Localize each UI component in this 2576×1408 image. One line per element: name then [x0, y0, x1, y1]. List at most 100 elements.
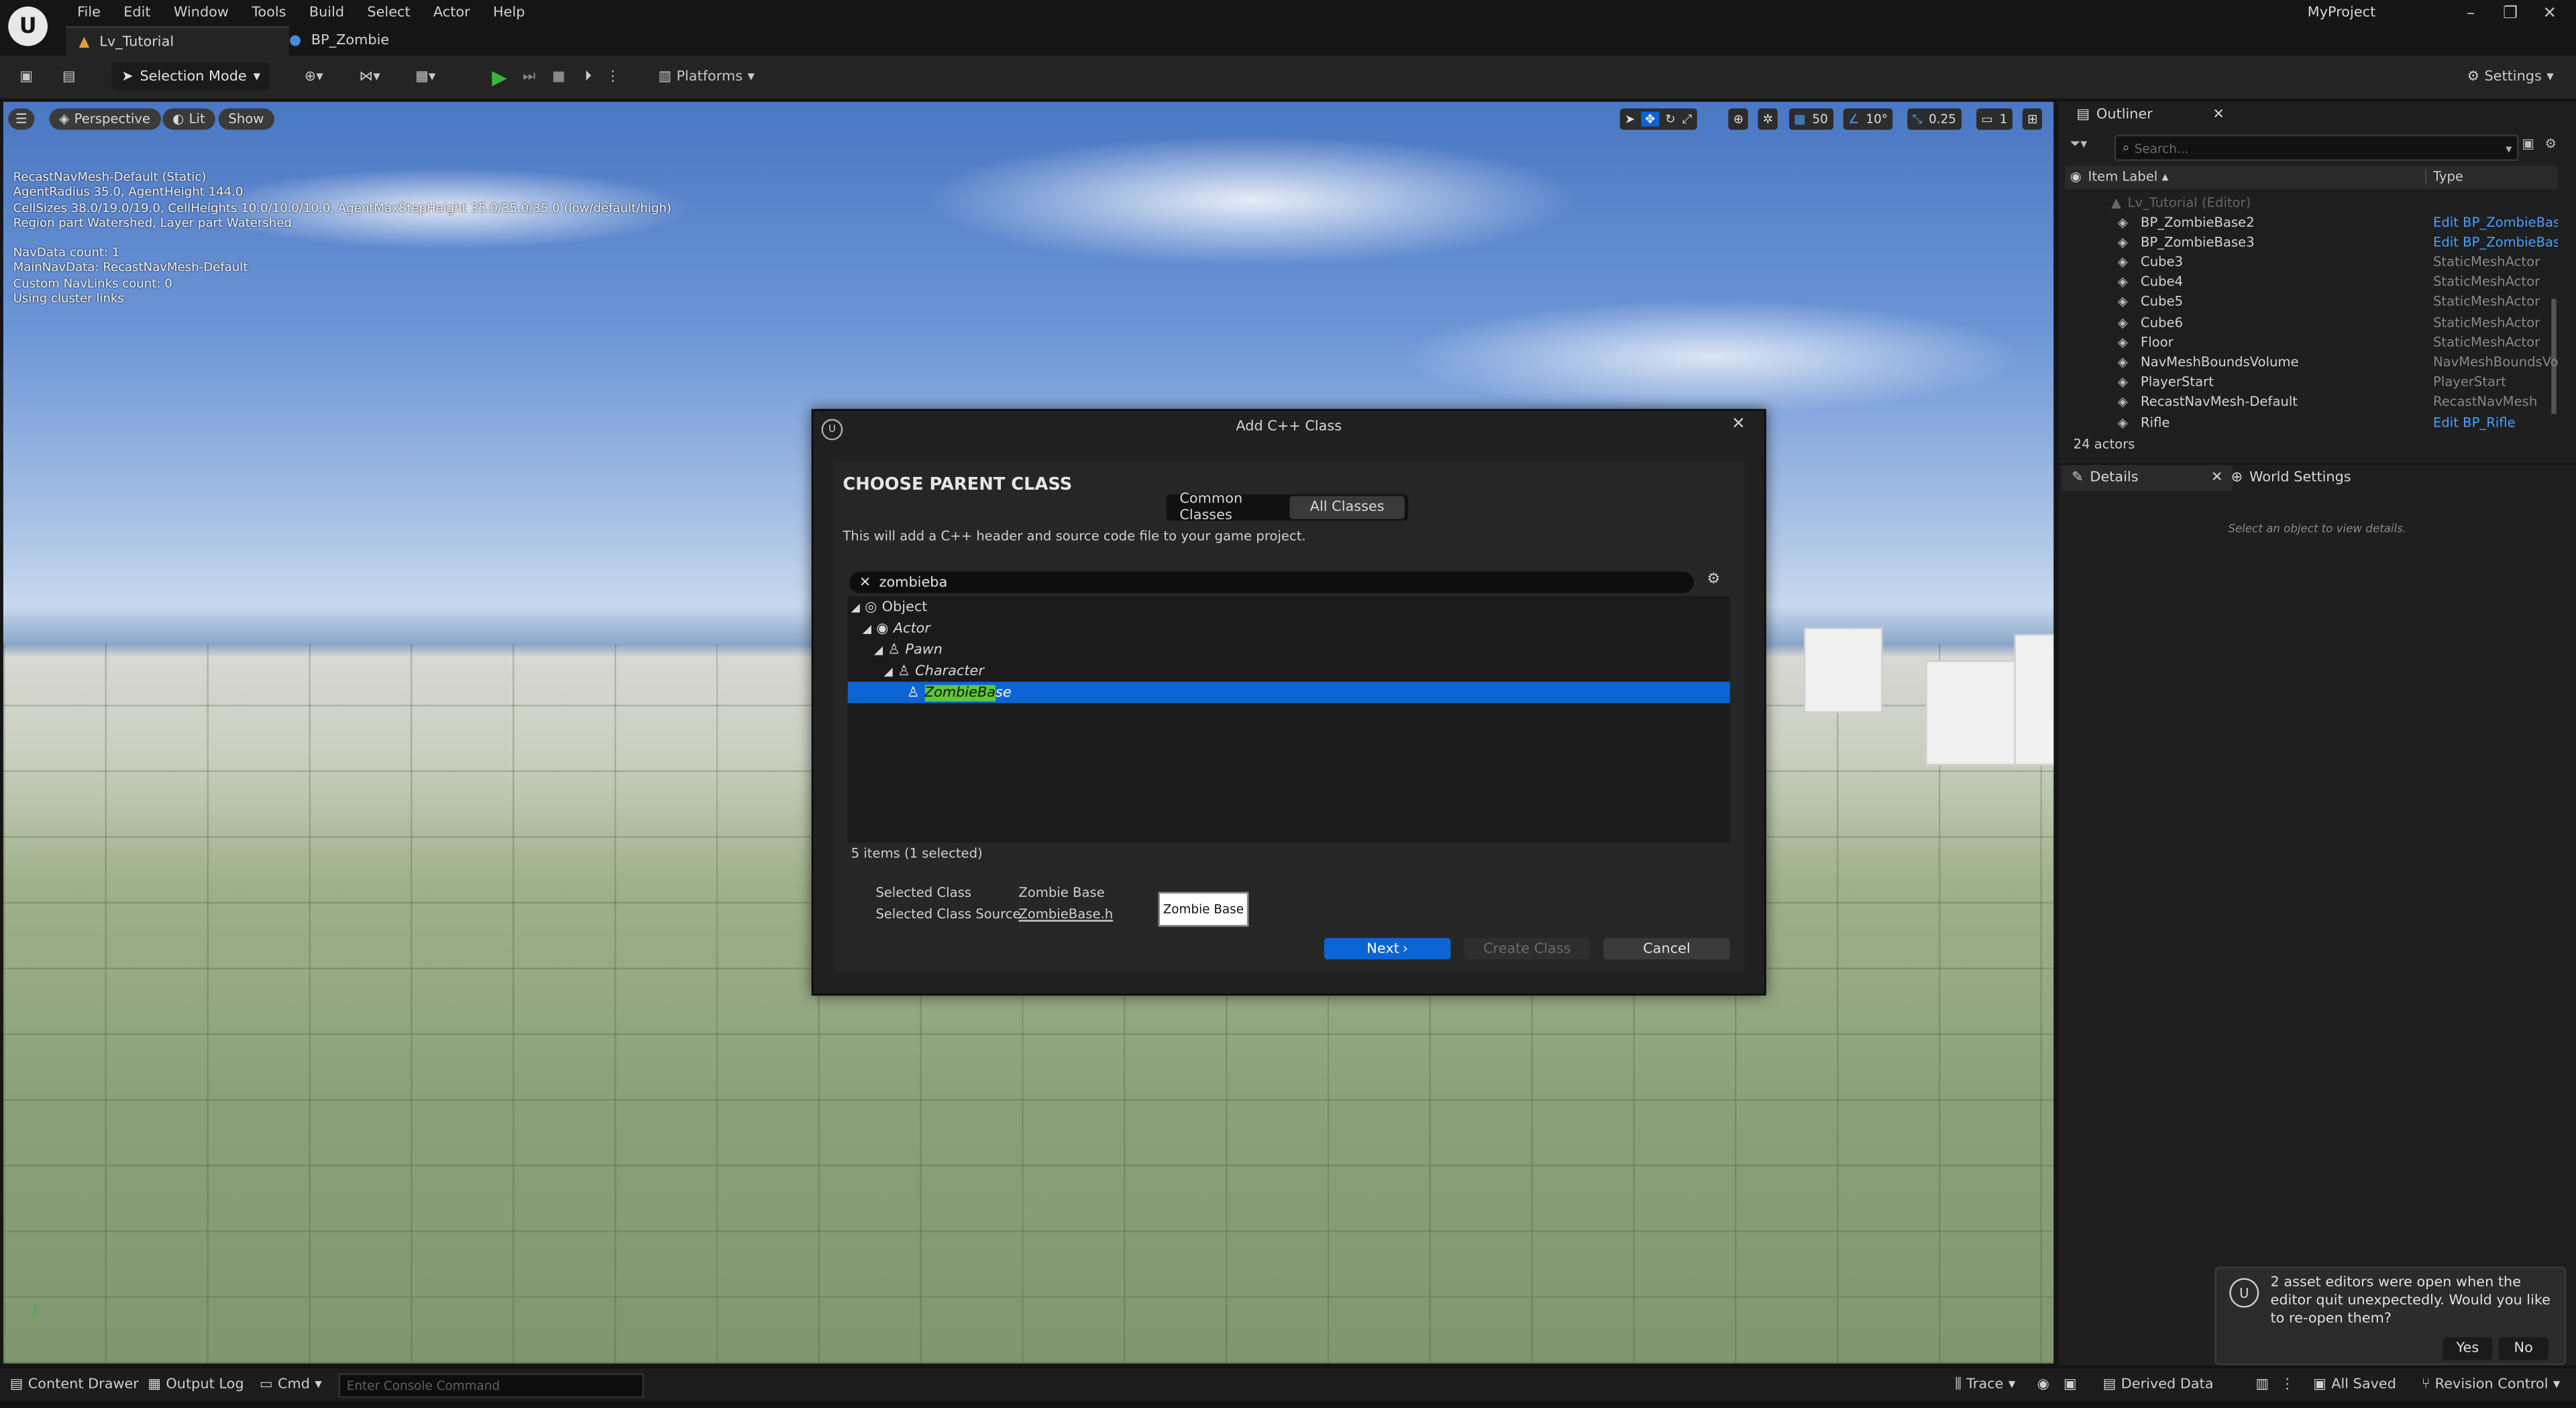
menu-edit[interactable]: Edit — [112, 4, 162, 20]
gear-icon[interactable]: ⚙ — [1707, 572, 1721, 588]
tab-all-classes[interactable]: All Classes — [1289, 496, 1405, 519]
play-icon[interactable]: ▶ — [486, 62, 513, 92]
outliner-row[interactable]: ◈ Cube6 StaticMeshActor — [2065, 312, 2558, 331]
platforms-dropdown[interactable]: ▥ Platforms ▾ — [654, 62, 759, 92]
outliner-row[interactable]: ◈ Cube5 StaticMeshActor — [2065, 292, 2558, 311]
tab-lv-tutorial[interactable]: ▲ Lv_Tutorial — [65, 26, 290, 58]
edit-blueprint-link[interactable]: Edit BP_ZombieBase — [2433, 234, 2558, 249]
console-input[interactable]: Enter Console Command — [338, 1373, 645, 1399]
derived-data-button[interactable]: ▤ Derived Data — [2103, 1373, 2214, 1396]
cinematics-icon[interactable]: ▦▾ — [404, 62, 447, 92]
selection-mode-dropdown[interactable]: ➤ Selection Mode ▾ — [111, 62, 270, 91]
yes-button[interactable]: Yes — [2443, 1337, 2493, 1360]
cube-mesh[interactable] — [2014, 634, 2054, 766]
outliner-row[interactable]: ◈ NavMeshBoundsVolume NavMeshBoundsVolu — [2065, 352, 2558, 372]
stop-icon[interactable]: ■ — [545, 62, 572, 92]
viewport-layout[interactable]: ⊞ — [2022, 108, 2043, 130]
launch-icon[interactable]: ⏵ — [575, 62, 601, 92]
menu-build[interactable]: Build — [298, 4, 356, 20]
settings-dropdown[interactable]: ⚙ Settings ▾ — [2461, 62, 2560, 92]
tab-common-classes[interactable]: Common Classes — [1170, 491, 1305, 524]
menu-window[interactable]: Window — [162, 4, 240, 20]
visibility-icon[interactable]: ◉ — [2070, 169, 2082, 184]
column-type[interactable]: Type — [2424, 169, 2463, 184]
scale-tool-icon[interactable]: ⤢ — [1682, 111, 1693, 127]
revision-control-dropdown[interactable]: ⑂ Revision Control ▾ — [2422, 1373, 2561, 1396]
menu-select[interactable]: Select — [356, 4, 422, 20]
no-button[interactable]: No — [2498, 1337, 2548, 1360]
class-search-input[interactable]: ✕ zombieba — [849, 572, 1694, 594]
clear-search-icon[interactable]: ✕ — [859, 574, 871, 590]
maximize-icon[interactable]: ❐ — [2491, 0, 2530, 26]
next-button[interactable]: Next › — [1324, 938, 1451, 960]
outliner-tab[interactable]: ▤ Outliner ✕ — [2067, 102, 2235, 128]
tree-node-object[interactable]: ◢ ◎ Object — [851, 596, 928, 618]
cmd-dropdown[interactable]: ▭ Cmd ▾ — [260, 1373, 322, 1396]
close-icon[interactable]: ✕ — [1731, 416, 1746, 434]
close-icon[interactable]: ✕ — [2212, 107, 2224, 123]
record-icon[interactable]: ◉ — [2037, 1373, 2049, 1396]
selected-source-link[interactable]: ZombieBase.h — [1018, 907, 1113, 922]
play-options-icon[interactable]: ⋮ — [604, 62, 621, 92]
grid-snap[interactable]: ▦ 50 — [1788, 108, 1833, 130]
details-tab[interactable]: ✎ Details ✕ — [2061, 465, 2233, 492]
filter-icon[interactable]: ⏷▾ — [2070, 136, 2088, 152]
blueprint-menu-icon[interactable]: ⋈▾ — [348, 62, 391, 92]
menu-actor[interactable]: Actor — [422, 4, 482, 20]
outliner-row[interactable]: ◈ RecastNavMesh-Default RecastNavMesh — [2065, 392, 2558, 412]
menu-help[interactable]: Help — [482, 4, 537, 20]
tree-node-zombiebase[interactable]: ♙ ZombieBase — [907, 682, 1012, 703]
trace-dropdown[interactable]: ⫼ Trace ▾ — [1955, 1373, 2015, 1396]
close-window-icon[interactable]: ✕ — [2530, 0, 2569, 26]
tree-node-character[interactable]: ◢ ♙ Character — [884, 660, 984, 682]
edit-blueprint-link[interactable]: Edit BP_ZombieBase — [2433, 215, 2558, 229]
all-saved-button[interactable]: ▣ All Saved — [2313, 1373, 2396, 1396]
tree-node-pawn[interactable]: ◢ ♙ Pawn — [874, 639, 943, 661]
scale-snap[interactable]: ⤡ 0.25 — [1907, 108, 1962, 130]
tab-bp-zombie[interactable]: ● BP_Zombie — [276, 26, 450, 56]
minimize-icon[interactable]: – — [2451, 0, 2491, 26]
select-tool-icon[interactable]: ➤ — [1625, 112, 1635, 127]
content-browser-icon[interactable]: ▤ — [56, 62, 82, 92]
add-actor-icon[interactable]: ⊕▾ — [292, 62, 335, 92]
create-class-button[interactable]: Create Class — [1464, 938, 1591, 960]
outliner-row[interactable]: ◈ PlayerStart PlayerStart — [2065, 372, 2558, 392]
perspective-button[interactable]: ◈ Perspective — [49, 108, 160, 130]
cancel-button[interactable]: Cancel — [1603, 938, 1730, 960]
save-icon[interactable]: ▣ — [13, 62, 40, 92]
outliner-row[interactable]: ◈ Floor StaticMeshActor — [2065, 332, 2558, 351]
outliner-row[interactable]: ◈ Cube3 StaticMeshActor — [2065, 252, 2558, 272]
show-button[interactable]: Show — [218, 108, 274, 130]
add-folder-icon[interactable]: ▣ — [2522, 136, 2534, 151]
viewport-menu-icon[interactable]: ☰ — [8, 108, 35, 130]
cube-mesh[interactable] — [1925, 660, 2018, 766]
menu-tools[interactable]: Tools — [240, 4, 298, 20]
output-log-button[interactable]: ▦ Output Log — [148, 1373, 244, 1396]
surface-snap[interactable]: ✲ — [1758, 108, 1778, 130]
rotate-tool-icon[interactable]: ↻ — [1665, 112, 1675, 127]
outliner-root-row[interactable]: ▲ Lv_Tutorial (Editor) — [2065, 193, 2558, 212]
menu-file[interactable]: File — [66, 4, 112, 20]
move-tool-icon[interactable]: ✥ — [1642, 111, 1659, 127]
cube-mesh[interactable] — [1804, 627, 1883, 713]
world-settings-tab[interactable]: ⊕ World Settings — [2221, 465, 2405, 491]
column-item-label[interactable]: Item Label ▴ — [2088, 169, 2169, 184]
outliner-row[interactable]: ◈ Cube4 StaticMeshActor — [2065, 272, 2558, 292]
outliner-search-input[interactable]: ⌕ Search... ▾ — [2114, 134, 2519, 162]
lit-button[interactable]: ◐ Lit — [162, 108, 215, 130]
source-control-graph-icon[interactable]: ▥ — [2255, 1373, 2269, 1396]
camera-icon[interactable]: ▣ — [2063, 1373, 2077, 1396]
outliner-row[interactable]: ◈ BP_ZombieBase2 Edit BP_ZombieBase — [2065, 212, 2558, 231]
unreal-logo-icon[interactable]: U — [8, 6, 48, 46]
outliner-row[interactable]: ◈ BP_ZombieBase3 Edit BP_ZombieBase — [2065, 232, 2558, 252]
camera-speed[interactable]: ▭ 1 — [1976, 108, 2012, 130]
edit-blueprint-link[interactable]: Edit BP_Rifle — [2433, 415, 2558, 429]
outliner-row[interactable]: ◈ Rifle Edit BP_Rifle — [2065, 413, 2558, 432]
outliner-settings-icon[interactable]: ⚙ — [2545, 136, 2557, 151]
world-local-toggle[interactable]: ⊕ — [1728, 108, 1749, 130]
more-icon[interactable]: ⋮ — [2280, 1373, 2294, 1396]
rotation-snap[interactable]: ∠ 10° — [1843, 108, 1893, 130]
tree-node-actor[interactable]: ◢ ◉ Actor — [863, 618, 930, 639]
content-drawer-button[interactable]: ▤ Content Drawer — [10, 1373, 139, 1396]
step-icon[interactable]: ⏭ — [516, 62, 542, 92]
